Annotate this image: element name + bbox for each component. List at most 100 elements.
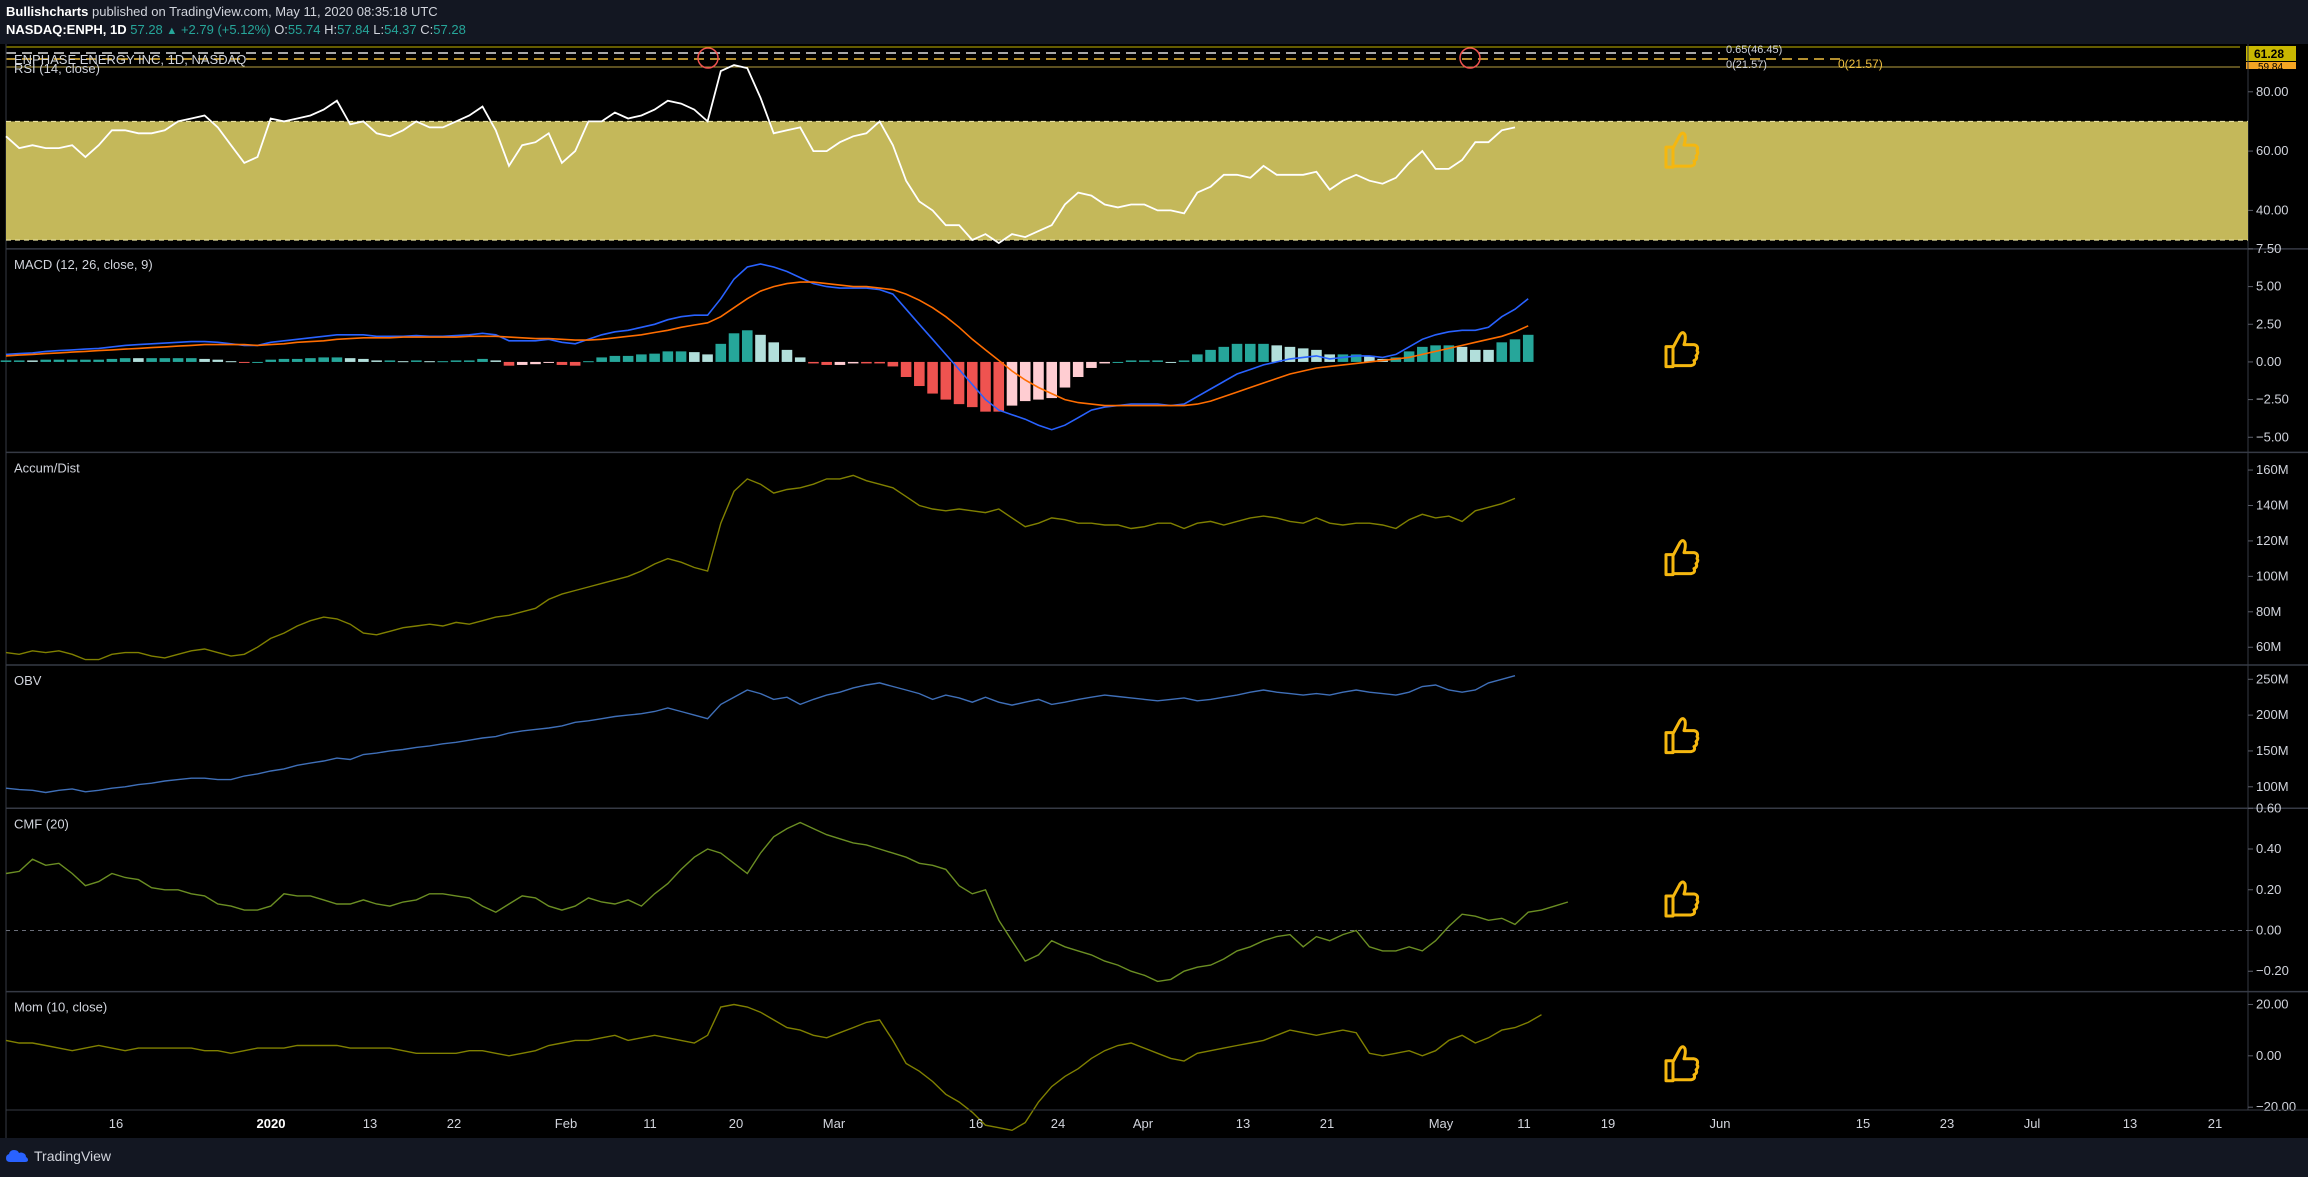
- macd-hist-bar: [93, 359, 104, 362]
- ad-line[interactable]: [5, 474, 1516, 661]
- time-tick-label: 13: [2123, 1116, 2137, 1131]
- time-tick-label: 16: [109, 1116, 123, 1131]
- macd-hist-bar: [596, 357, 607, 362]
- macd-hist-bar: [1469, 349, 1481, 362]
- macd-hist-bar: [212, 359, 224, 362]
- pane-title-cmf: CMF (20): [14, 816, 69, 831]
- pane-rsi[interactable]: RSI (14, close) 80.00 60.00 40.00: [5, 61, 2289, 245]
- chart-svg[interactable]: ENPHASE ENERGY INC, 1D, NASDAQ 0.65(46.4…: [0, 44, 2308, 1138]
- pane-ad[interactable]: Accum/Dist 160M 140M 120M 100M 80M 60M: [5, 451, 2308, 661]
- macd-hist-bar: [622, 355, 634, 362]
- macd-hist-bar: [172, 358, 184, 362]
- macd-hist-bar: [1165, 361, 1177, 363]
- price-badge-2: 59.84: [2258, 62, 2283, 73]
- macd-hist-bar: [1033, 361, 1044, 400]
- macd-hist-bar: [609, 355, 621, 362]
- macd-hist-bar: [106, 358, 118, 362]
- tick-label-rsi: 80.00: [2256, 84, 2289, 99]
- tick-label-obv: 250M: [2256, 671, 2289, 686]
- pane-title-obv: OBV: [14, 673, 42, 688]
- macd-hist-bar: [927, 361, 938, 394]
- macd-hist-bar: [146, 358, 157, 362]
- time-tick-label: 24: [1051, 1116, 1065, 1131]
- macd-hist-bar: [808, 361, 819, 364]
- event-marker-1[interactable]: [697, 47, 719, 69]
- close-label: C:: [420, 22, 434, 37]
- event-marker-2[interactable]: [1459, 47, 1481, 69]
- macd-hist-bar: [411, 360, 422, 362]
- author-name[interactable]: Bullishcharts: [6, 4, 88, 19]
- macd-hist-bar: [503, 361, 515, 366]
- tick-label-cmf: −0.20: [2256, 963, 2289, 978]
- macd-hist-bar: [543, 361, 555, 363]
- macd-hist-bar: [1112, 361, 1124, 363]
- pane-mom[interactable]: Mom (10, close) 20.00 0.00 −20.00: [5, 990, 2308, 1132]
- ohlc-line: NASDAQ:ENPH, 1D 57.28 ▲ +2.79 (+5.12%) O…: [6, 22, 466, 37]
- tick-label-macd: −5.00: [2256, 429, 2289, 444]
- time-tick-label: 22: [447, 1116, 461, 1131]
- time-tick-label: 11: [643, 1116, 657, 1131]
- macd-hist-bar: [900, 361, 912, 377]
- macd-hist-bar: [133, 358, 144, 362]
- macd-hist-bar: [755, 334, 766, 362]
- time-tick-label: 2020: [257, 1116, 286, 1131]
- low-value: 54.37: [384, 22, 417, 37]
- macd-hist-bar: [993, 361, 1005, 412]
- cmf-line[interactable]: [5, 821, 1569, 983]
- publish-line: Bullishcharts published on TradingView.c…: [6, 4, 438, 19]
- macd-hist-bar: [1125, 360, 1137, 362]
- macd-hist-bar: [834, 361, 846, 365]
- chart-area[interactable]: ENPHASE ENERGY INC, 1D, NASDAQ 0.65(46.4…: [0, 44, 2308, 1138]
- tick-label-cmf: 0.20: [2256, 882, 2281, 897]
- tick-label-ad: 100M: [2256, 568, 2289, 583]
- obv-line[interactable]: [5, 675, 1516, 794]
- macd-hist-bar: [569, 361, 581, 366]
- pane-macd[interactable]: MACD (12, 26, close, 9) 7.50 5.00 2.50 0.00 −…: [0, 241, 2308, 444]
- tick-label-ad: 60M: [2256, 639, 2281, 654]
- pane-title-ad: Accum/Dist: [14, 460, 80, 475]
- time-tick-label: Mar: [823, 1116, 846, 1131]
- macd-hist-bar: [238, 361, 250, 363]
- macd-hist-bar: [794, 357, 806, 362]
- mom-line[interactable]: [5, 1003, 1542, 1132]
- macd-hist-bar: [331, 357, 343, 362]
- price-pane[interactable]: ENPHASE ENERGY INC, 1D, NASDAQ 0.65(46.4…: [6, 44, 2296, 73]
- time-axis[interactable]: 16 2020 13 22 Feb 11 20 Mar 16 24 Apr 13 21 May 11 19 Ju…: [6, 1109, 2308, 1131]
- macd-hist-bar: [397, 361, 409, 363]
- macd-hist-bar: [940, 361, 952, 400]
- tick-label-ad: 120M: [2256, 533, 2289, 548]
- time-tick-label: Jun: [1710, 1116, 1731, 1131]
- fib-label-top: 0.65(46.45): [1726, 44, 1782, 56]
- macd-hist-bar: [662, 351, 674, 362]
- macd-hist-bar: [199, 358, 210, 362]
- macd-hist-bar: [1271, 345, 1283, 362]
- pane-obv[interactable]: OBV 250M 200M 150M 100M: [5, 664, 2308, 794]
- macd-hist-bar: [1244, 343, 1256, 362]
- symbol-label[interactable]: NASDAQ:ENPH, 1D: [6, 22, 127, 37]
- macd-hist-bar: [305, 358, 316, 362]
- macd-hist-bar: [715, 343, 727, 362]
- macd-hist-bar: [358, 358, 369, 362]
- macd-hist-bar: [384, 360, 396, 362]
- macd-hist-bar: [1297, 348, 1309, 362]
- signal-line[interactable]: [5, 281, 1529, 407]
- tick-label-cmf: 0.60: [2256, 800, 2281, 815]
- time-tick-label: 16: [969, 1116, 983, 1131]
- macd-hist-bar: [40, 359, 52, 362]
- tradingview-cloud-icon: [6, 1150, 28, 1162]
- time-tick-label: 21: [2208, 1116, 2222, 1131]
- rsi-band: [6, 121, 2248, 241]
- macd-hist-bar: [27, 360, 38, 362]
- macd-hist-bar: [186, 358, 197, 362]
- time-tick-label: Jul: [2024, 1116, 2041, 1131]
- macd-hist-bar: [318, 357, 329, 362]
- macd-hist-bar: [728, 333, 740, 362]
- low-label: L:: [373, 22, 385, 37]
- macd-hist-bar: [1072, 361, 1084, 377]
- tradingview-logo[interactable]: TradingView: [6, 1148, 111, 1164]
- macd-hist-bar: [13, 360, 25, 362]
- macd-hist-bar: [159, 358, 171, 362]
- last-price: 57.28: [130, 22, 163, 37]
- macd-hist-bar: [1430, 345, 1441, 362]
- pane-cmf[interactable]: CMF (20) 0.60 0.40 0.20 0.00 −0.20: [5, 800, 2308, 983]
